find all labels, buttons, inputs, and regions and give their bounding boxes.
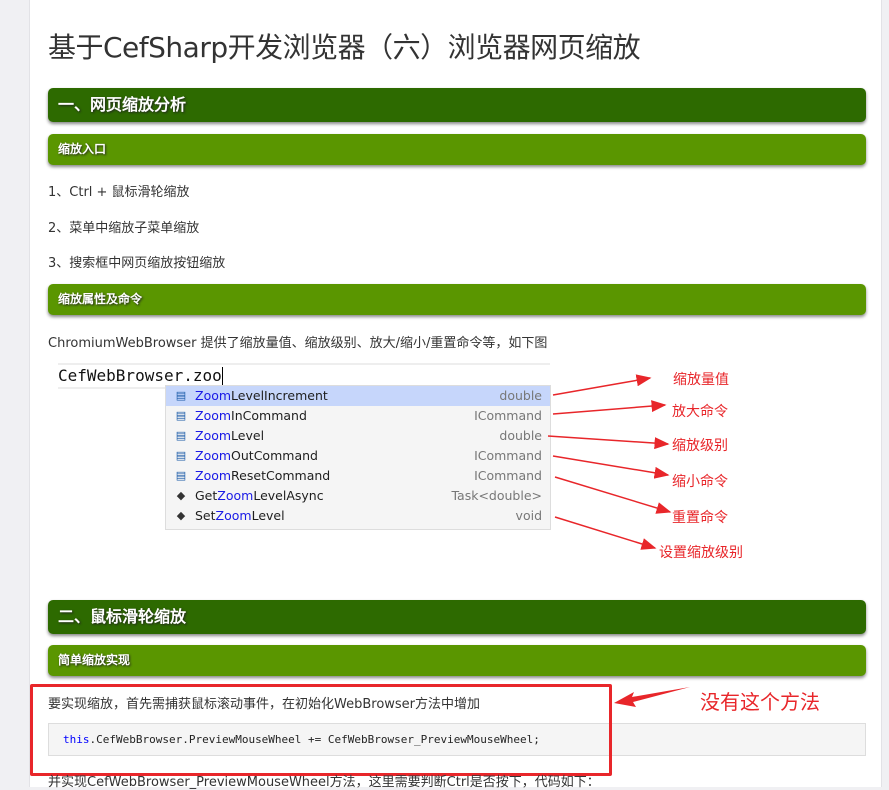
arrow	[547, 435, 670, 450]
arrow	[552, 455, 670, 479]
arrow	[554, 476, 672, 514]
arrow	[614, 687, 690, 707]
arrow	[552, 400, 667, 415]
arrow	[554, 516, 657, 550]
annotation-arrows	[547, 374, 690, 707]
arrow	[552, 374, 652, 396]
